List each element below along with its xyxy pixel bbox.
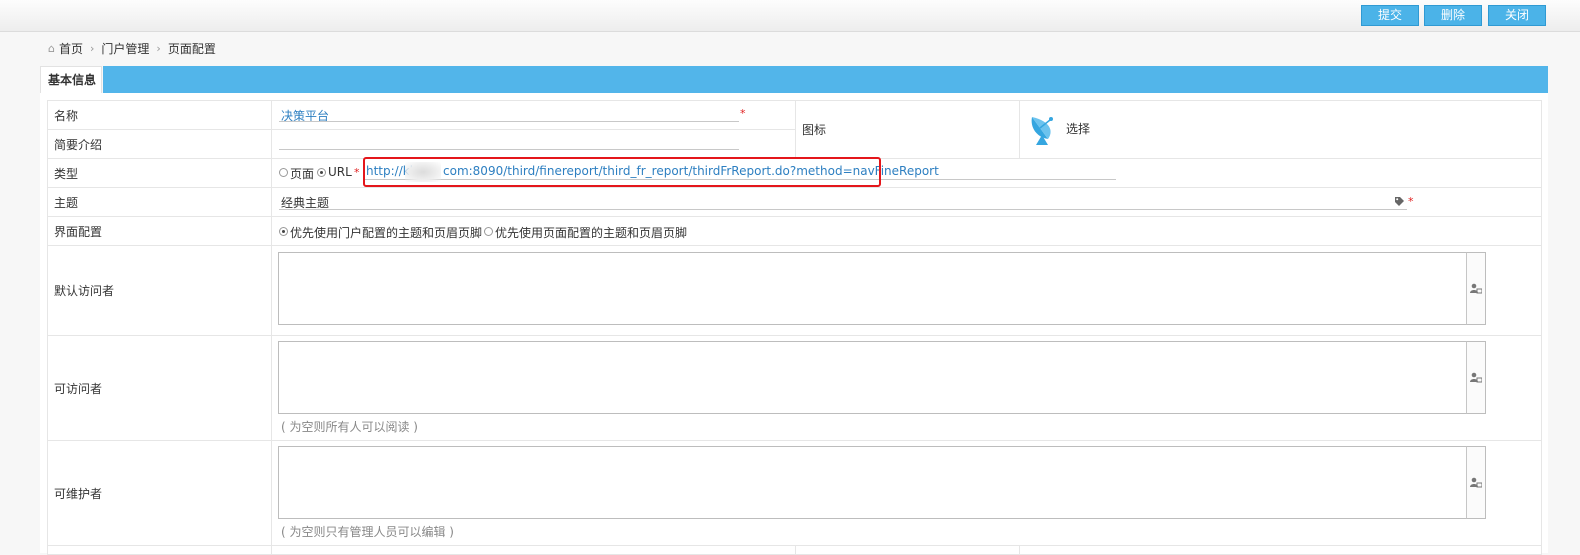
breadcrumb-separator: › [90, 41, 95, 55]
tab-basic-info[interactable]: 基本信息 [40, 66, 102, 93]
default-visitors-label: 默认访问者 [47, 245, 272, 336]
type-radio-page[interactable] [279, 168, 288, 177]
theme-value-cell [271, 187, 1542, 217]
summary-input[interactable] [279, 149, 739, 150]
url-highlight-box [363, 157, 881, 187]
visitors-picker-button[interactable] [1466, 341, 1486, 414]
user-add-icon [1470, 477, 1482, 488]
ui-config-label: 界面配置 [47, 216, 272, 246]
type-option-page-label: 页面 [290, 167, 315, 181]
name-value-cell [271, 100, 796, 130]
next-row-label [47, 545, 272, 555]
icon-value-cell [1019, 100, 1542, 159]
type-required-mark: * [354, 166, 360, 179]
maintainers-textarea[interactable] [278, 446, 1468, 519]
home-icon: ⌂ [48, 41, 55, 55]
submit-button[interactable]: 提交 [1361, 5, 1419, 26]
theme-label: 主题 [47, 187, 272, 217]
ui-config-radio-page[interactable] [484, 227, 493, 236]
default-visitors-label-text: 默认访问者 [54, 284, 115, 298]
delete-button[interactable]: 删除 [1424, 5, 1482, 26]
summary-value-cell [271, 129, 796, 159]
top-toolbar: 提交 删除 关闭 [0, 0, 1580, 32]
breadcrumb-portal-management[interactable]: 门户管理 [101, 40, 149, 57]
icon-label-text: 图标 [802, 123, 827, 137]
ui-config-label-text: 界面配置 [54, 224, 103, 239]
type-label: 类型 [47, 158, 272, 188]
visitors-textarea[interactable] [278, 341, 1468, 414]
default-visitors-textarea[interactable] [278, 252, 1468, 325]
default-visitors-picker-button[interactable] [1466, 252, 1486, 325]
theme-label-text: 主题 [54, 195, 79, 210]
maintainers-label-text: 可维护者 [54, 486, 103, 501]
user-add-icon [1470, 372, 1482, 383]
theme-underline [279, 209, 1407, 210]
breadcrumb-separator: › [156, 41, 161, 55]
name-label: 名称 [47, 100, 272, 130]
next-row-value [1019, 545, 1542, 555]
name-label-text: 名称 [54, 108, 79, 123]
ui-config-option-page-label: 优先使用页面配置的主题和页眉页脚 [495, 226, 688, 240]
summary-label: 简要介绍 [47, 129, 272, 159]
ui-config-radio-portal[interactable] [279, 227, 288, 236]
maintainers-hint: ( 为空则只有管理人员可以编辑 ) [281, 525, 454, 539]
icon-label: 图标 [795, 100, 1020, 159]
next-row-label [795, 545, 1020, 555]
maintainers-picker-button[interactable] [1466, 446, 1486, 519]
section-header-bar [103, 66, 1548, 93]
type-radio-url[interactable] [317, 168, 326, 177]
breadcrumb: ⌂ 首页 › 门户管理 › 页面配置 [48, 39, 216, 57]
name-required-mark: * [740, 107, 746, 120]
type-option-url-label: URL [328, 165, 352, 179]
visitors-label: 可访问者 [47, 335, 272, 441]
icon-select-button[interactable]: 选择 [1066, 120, 1090, 137]
type-label-text: 类型 [54, 166, 79, 181]
close-button[interactable]: 关闭 [1488, 5, 1546, 26]
theme-required-mark: * [1408, 195, 1414, 208]
ui-config-option-portal-label: 优先使用门户配置的主题和页眉页脚 [290, 226, 483, 240]
tag-icon[interactable] [1394, 196, 1405, 207]
satellite-dish-icon [1031, 117, 1053, 145]
breadcrumb-page-config: 页面配置 [167, 41, 216, 56]
visitors-label-text: 可访问者 [54, 381, 103, 396]
next-row-value [271, 545, 796, 555]
maintainers-label: 可维护者 [47, 440, 272, 546]
summary-label-text: 简要介绍 [54, 137, 103, 152]
visitors-hint: ( 为空则所有人可以阅读 ) [281, 420, 418, 434]
name-underline [279, 121, 739, 122]
breadcrumb-home[interactable]: 首页 [59, 40, 83, 57]
user-add-icon [1470, 283, 1482, 294]
